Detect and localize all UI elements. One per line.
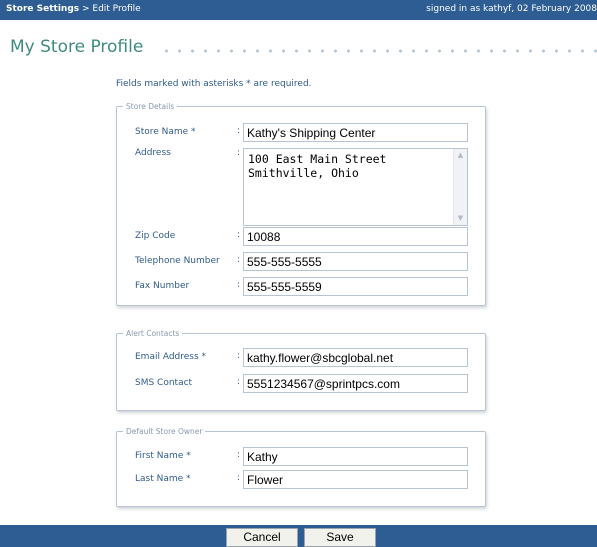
zip-label: Zip Code — [135, 231, 176, 241]
sms-label: SMS Contact — [135, 378, 193, 388]
email-field[interactable]: kathy.flower@sbcglobal.net — [243, 348, 468, 367]
email-label: Email Address * — [135, 352, 207, 362]
store-name-row: Store Name * : Kathy's Shipping Center — [117, 123, 485, 143]
store-name-field[interactable]: Kathy's Shipping Center — [243, 123, 468, 142]
scroll-up-icon[interactable]: ▲ — [456, 151, 465, 160]
first-name-label: First Name * — [135, 451, 191, 461]
address-label: Address — [135, 148, 171, 158]
top-bar: Store Settings > Edit Profile signed in … — [0, 0, 597, 20]
signed-in-status: signed in as kathyf, 02 February 2008 — [426, 4, 597, 14]
store-details-panel: Store Details Store Name * : Kathy's Shi… — [116, 102, 486, 306]
first-name-row: First Name * : Kathy — [117, 447, 485, 467]
fax-row: Fax Number : 555-555-5559 — [117, 277, 485, 297]
colon: : — [237, 351, 241, 361]
scroll-down-icon[interactable]: ▼ — [456, 214, 465, 223]
store-details-legend: Store Details — [126, 102, 175, 111]
zip-field[interactable]: 10088 — [243, 227, 468, 246]
last-name-label: Last Name * — [135, 474, 191, 484]
telephone-label: Telephone Number — [135, 256, 220, 266]
sms-row: SMS Contact : 5551234567@sprintpcs.com — [117, 374, 485, 394]
last-name-row: Last Name * : Flower — [117, 470, 485, 490]
dotted-divider — [160, 49, 597, 53]
breadcrumb-current: Edit Profile — [92, 4, 141, 14]
colon: : — [237, 377, 241, 387]
breadcrumb-section[interactable]: Store Settings — [6, 4, 79, 14]
required-note: Fields marked with asterisks * are requi… — [116, 79, 312, 89]
bottom-bar — [0, 525, 597, 547]
colon: : — [237, 255, 241, 265]
telephone-row: Telephone Number : 555-555-5555 — [117, 252, 485, 272]
breadcrumb-separator: > — [79, 4, 93, 14]
save-button[interactable]: Save — [304, 528, 376, 547]
address-field[interactable]: 100 East Main Street Smithville, Ohio ▲ … — [243, 148, 468, 226]
breadcrumb: Store Settings > Edit Profile — [6, 4, 141, 14]
fax-label: Fax Number — [135, 281, 190, 291]
page-title: My Store Profile — [10, 37, 144, 57]
colon: : — [237, 280, 241, 290]
address-scrollbar[interactable]: ▲ ▼ — [453, 149, 467, 225]
store-name-label: Store Name * — [135, 127, 196, 137]
alert-contacts-panel: Alert Contacts Email Address * : kathy.f… — [116, 329, 486, 411]
cancel-button[interactable]: Cancel — [226, 528, 298, 547]
first-name-field[interactable]: Kathy — [243, 447, 468, 466]
telephone-field[interactable]: 555-555-5555 — [243, 252, 468, 271]
default-owner-legend: Default Store Owner — [126, 427, 203, 436]
sms-field[interactable]: 5551234567@sprintpcs.com — [243, 374, 468, 393]
colon: : — [237, 450, 241, 460]
default-owner-panel: Default Store Owner First Name * : Kathy… — [116, 427, 486, 507]
zip-row: Zip Code : 10088 — [117, 227, 485, 247]
colon: : — [237, 126, 241, 136]
colon: : — [237, 230, 241, 240]
email-row: Email Address * : kathy.flower@sbcglobal… — [117, 348, 485, 368]
fax-field[interactable]: 555-555-5559 — [243, 277, 468, 296]
colon: : — [237, 148, 241, 158]
colon: : — [237, 473, 241, 483]
last-name-field[interactable]: Flower — [243, 470, 468, 489]
address-text: 100 East Main Street Smithville, Ohio — [248, 152, 387, 180]
title-row: My Store Profile — [0, 20, 597, 60]
alert-contacts-legend: Alert Contacts — [126, 329, 180, 338]
address-row: Address : 100 East Main Street Smithvill… — [117, 148, 485, 228]
